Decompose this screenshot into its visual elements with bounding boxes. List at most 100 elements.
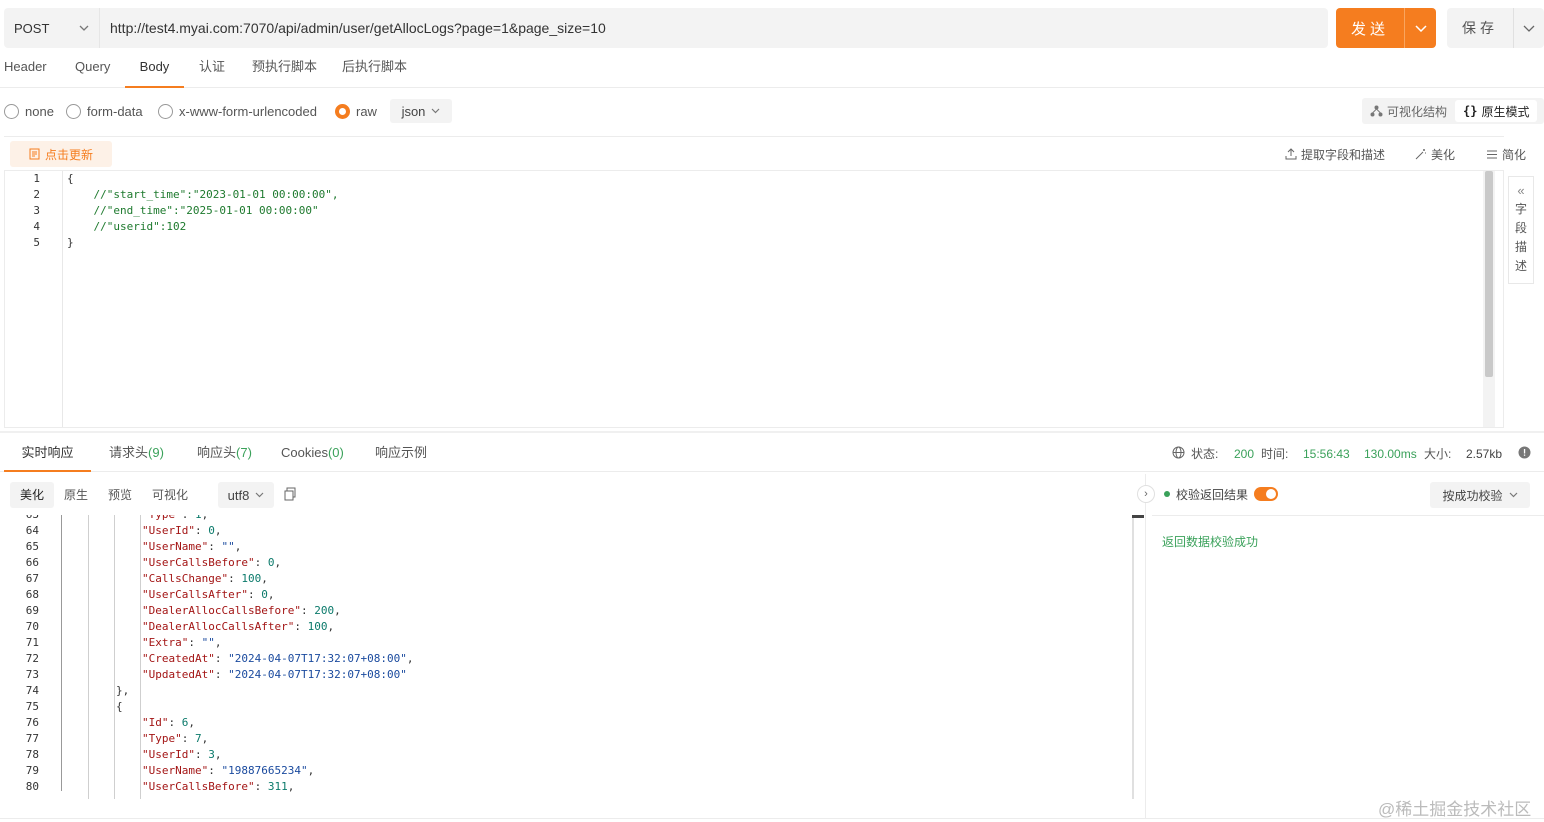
json-colon: : (182, 515, 195, 521)
encoding-label: utf8 (227, 487, 250, 503)
edit-icon (29, 148, 41, 160)
send-dropdown-icon[interactable] (1404, 8, 1436, 48)
radio-circle (158, 103, 173, 119)
json-colon: : (188, 636, 202, 649)
tab-request-headers[interactable]: 请求头(9) (109, 438, 164, 472)
bottom-border (0, 818, 1544, 819)
info-icon[interactable] (1518, 446, 1531, 462)
code-line: "DealerAllocCallsAfter": 100, (62, 619, 1130, 635)
json-value: "" (221, 540, 235, 553)
save-dropdown-icon[interactable] (1513, 8, 1544, 48)
json-comma: , (267, 588, 275, 601)
upload-icon (1285, 148, 1297, 160)
line-number: 5 (33, 236, 40, 249)
chevron-down-icon (1509, 492, 1518, 498)
validation-toggle-row: 校验返回结果 (1164, 484, 1279, 504)
radio-urlencoded[interactable]: x-www-form-urlencoded (158, 96, 317, 126)
beautify-view-button[interactable]: 美化 (10, 482, 55, 508)
tab-response-headers[interactable]: 响应头(7) (197, 438, 252, 472)
json-comma: , (234, 540, 242, 553)
raw-format-select[interactable]: json (390, 99, 452, 123)
raw-mode-label: 原生模式 (1481, 104, 1530, 119)
line-number: 68 (25, 588, 39, 601)
line-number: 3 (33, 204, 40, 217)
radio-label: x-www-form-urlencoded (179, 103, 317, 119)
tab-post-script[interactable]: 后执行脚本 (342, 52, 407, 88)
tab-header[interactable]: Header (4, 52, 47, 88)
tab-pre-script[interactable]: 预执行脚本 (252, 52, 317, 88)
line-number: 67 (25, 572, 39, 585)
validation-switch[interactable] (1254, 487, 1279, 501)
structure-icon (1370, 105, 1383, 117)
json-comma: , (214, 636, 222, 649)
update-button[interactable]: 点击更新 (10, 141, 112, 167)
panel-char: 述 (1514, 259, 1527, 273)
json-value: "2024-04-07T17:32:07+08:00" (228, 652, 407, 665)
scrollbar-thumb[interactable] (1485, 171, 1493, 377)
response-scrollbar-thumb[interactable] (1132, 515, 1144, 518)
radio-label: raw (356, 103, 377, 119)
code-line: "UserCallsBefore": 311, (62, 779, 1130, 795)
response-toolbar: 美化 原生 预览 可视化 (0, 482, 198, 508)
response-body-viewer[interactable]: 636465666768697071727374757677787980 "Ty… (4, 515, 1134, 799)
tab-body[interactable]: Body (125, 52, 184, 88)
json-key: "Type" (142, 732, 182, 745)
json-comma: , (188, 716, 195, 729)
validation-mode-label: 按成功校验 (1442, 488, 1503, 503)
radio-none[interactable]: none (4, 96, 54, 126)
tab-query[interactable]: Query (75, 52, 110, 88)
field-description-panel-toggle[interactable]: « 字 段 描 述 (1508, 176, 1534, 284)
double-chevron-left-icon: « (1517, 183, 1525, 198)
extract-fields-button[interactable]: 提取字段和描述 (1285, 143, 1385, 165)
tab-live-response[interactable]: 实时响应 (4, 438, 91, 472)
save-button[interactable]: 保存 (1447, 8, 1544, 48)
line-number: 72 (25, 652, 39, 665)
visual-view-button[interactable]: 可视化 (142, 482, 198, 508)
radio-form-data[interactable]: form-data (66, 96, 143, 126)
line-number: 79 (25, 764, 39, 777)
raw-mode-button[interactable]: {} 原生模式 (1455, 100, 1538, 122)
json-value: 7 (195, 732, 202, 745)
tab-cookies[interactable]: Cookies(0) (281, 438, 344, 472)
response-scrollbar[interactable] (1132, 515, 1134, 799)
method-select[interactable]: POST (4, 8, 100, 48)
validation-message: 返回数据校验成功 (1162, 535, 1259, 549)
radio-circle-selected (335, 103, 350, 119)
chevron-right-icon[interactable]: › (1137, 485, 1155, 503)
simplify-button[interactable]: 简化 (1486, 143, 1526, 165)
preview-view-button[interactable]: 预览 (98, 482, 142, 508)
url-input[interactable]: http://test4.myai.com:7070/api/admin/use… (100, 20, 606, 36)
json-value: "19887665234" (221, 764, 308, 777)
radio-raw[interactable]: raw (335, 96, 377, 126)
visual-mode-button[interactable]: 可视化结构 (1362, 98, 1455, 124)
json-value: "" (201, 636, 215, 649)
raw-view-button[interactable]: 原生 (54, 482, 98, 508)
code-area[interactable]: { //"start_time":"2023-01-01 00:00:00", … (63, 171, 1481, 251)
tab-count: (9) (148, 445, 164, 460)
send-button[interactable]: 发送 (1336, 8, 1436, 48)
beautify-button[interactable]: 美化 (1415, 143, 1455, 165)
tab-label: 响应头 (197, 445, 237, 460)
request-body-editor[interactable]: 1 2 3 4 5 { //"start_time":"2023-01-01 0… (4, 170, 1504, 428)
json-comma: , (261, 572, 268, 585)
code-line: "UserCallsAfter": 0, (62, 587, 1130, 603)
status-code: 200 (1234, 447, 1255, 461)
editor-scrollbar[interactable] (1483, 171, 1495, 427)
json-key: "UpdatedAt" (142, 668, 215, 681)
encoding-select[interactable]: utf8 (218, 482, 274, 508)
tab-response-example[interactable]: 响应示例 (375, 438, 427, 472)
code-line: "UserName": "19887665234", (62, 763, 1130, 779)
response-size: 2.57kb (1466, 447, 1503, 461)
copy-icon[interactable] (284, 487, 296, 501)
json-colon: : (254, 556, 268, 569)
visual-mode-label: 可视化结构 (1387, 104, 1448, 119)
validation-divider (1152, 515, 1544, 516)
tab-label: 请求头 (109, 445, 149, 460)
validation-mode-select[interactable]: 按成功校验 (1430, 482, 1530, 508)
code-line: { (67, 172, 74, 185)
tab-auth[interactable]: 认证 (199, 52, 225, 88)
raw-format-label: json (401, 103, 426, 119)
json-colon: : (194, 524, 209, 537)
line-number: 71 (25, 636, 39, 649)
status-label: 状态: (1191, 447, 1219, 461)
